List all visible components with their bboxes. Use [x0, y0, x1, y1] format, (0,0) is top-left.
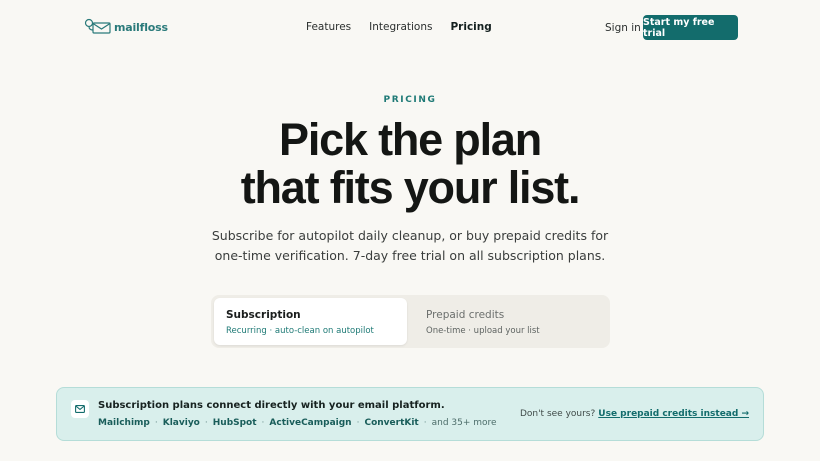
platform-convertkit[interactable]: ConvertKit	[364, 418, 418, 428]
plan-option-prepaid-credits[interactable]: Prepaid credits One-time · upload your l…	[414, 298, 607, 345]
platform-activecampaign[interactable]: ActiveCampaign	[269, 418, 351, 428]
separator: ·	[204, 418, 208, 428]
page-title: Pick the plan that fits your list.	[0, 116, 820, 212]
integrations-banner: Subscription plans connect directly with…	[56, 387, 764, 441]
hero-description: Subscribe for autopilot daily cleanup, o…	[211, 228, 609, 263]
mail-icon	[71, 400, 89, 418]
start-free-trial-button[interactable]: Start my free trial	[643, 15, 738, 40]
page-title-line-1: Pick the plan	[279, 114, 542, 165]
logo-text: mailfloss	[114, 20, 168, 34]
plan-option-subscription[interactable]: Subscription Recurring · auto-clean on a…	[214, 298, 407, 345]
logo[interactable]: mailfloss	[84, 18, 168, 34]
top-nav: mailfloss Features Integrations Pricing …	[0, 0, 820, 56]
section-eyebrow: PRICING	[383, 95, 437, 105]
nav-links: Features Integrations Pricing	[306, 21, 492, 33]
more-platforms-text: and 35+ more	[431, 418, 497, 428]
banner-alternative: Don't see yours? Use prepaid credits ins…	[520, 409, 749, 419]
platform-hubspot[interactable]: HubSpot	[213, 418, 257, 428]
separator: ·	[261, 418, 265, 428]
plan-type-toggle: Subscription Recurring · auto-clean on a…	[211, 295, 610, 348]
nav-link-pricing[interactable]: Pricing	[450, 21, 491, 33]
use-prepaid-credits-link[interactable]: Use prepaid credits instead →	[598, 409, 749, 419]
platform-mailchimp[interactable]: Mailchimp	[98, 418, 150, 428]
separator: ·	[423, 418, 427, 428]
page-title-line-2: that fits your list.	[240, 162, 581, 213]
separator: ·	[154, 418, 158, 428]
plan-option-subtitle: One-time · upload your list	[426, 326, 540, 336]
plan-option-title: Subscription	[226, 309, 301, 321]
platform-klaviyo[interactable]: Klaviyo	[163, 418, 200, 428]
sign-in-link[interactable]: Sign in	[605, 22, 641, 34]
banner-title: Subscription plans connect directly with…	[98, 400, 445, 411]
logo-icon	[84, 18, 112, 34]
nav-link-integrations[interactable]: Integrations	[369, 21, 432, 33]
plan-option-subtitle: Recurring · auto-clean on autopilot	[226, 326, 374, 336]
plan-option-title: Prepaid credits	[426, 309, 505, 321]
banner-question: Don't see yours?	[519, 409, 596, 419]
platform-list: Mailchimp · Klaviyo · HubSpot · ActiveCa…	[98, 418, 497, 428]
nav-link-features[interactable]: Features	[306, 21, 351, 33]
separator: ·	[356, 418, 360, 428]
